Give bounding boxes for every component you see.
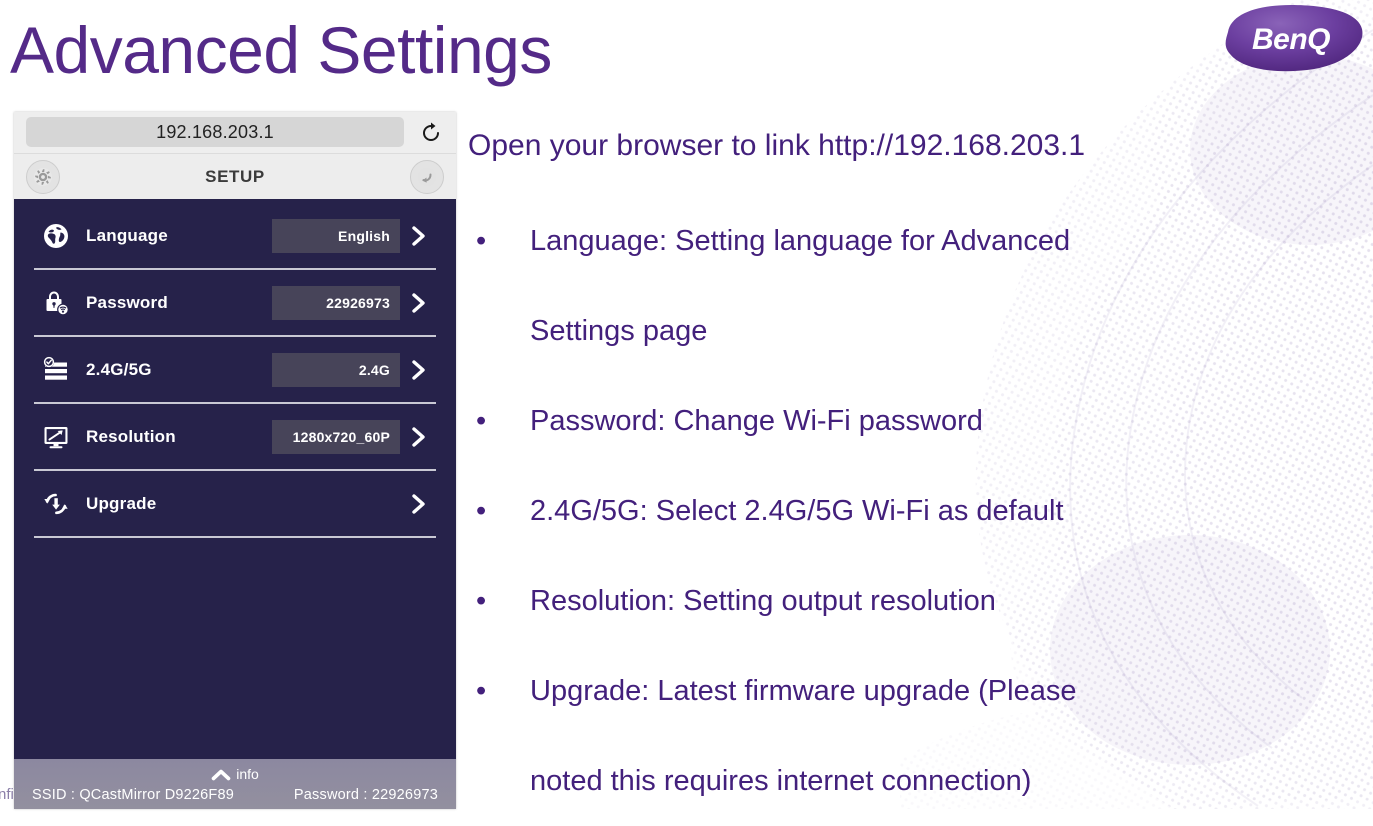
list-item-text: Upgrade: Latest firmware upgrade (Please…: [530, 675, 1077, 797]
lead-instruction: Open your browser to link http://192.168…: [468, 129, 1086, 162]
list-item-text: 2.4G/5G: Select 2.4G/5G Wi-Fi as default: [530, 495, 1064, 527]
list-item: • Language: Setting language for Advance…: [468, 196, 1358, 376]
bullet-marker: •: [476, 495, 487, 527]
upgrade-icon: [36, 487, 76, 521]
setting-value-language[interactable]: English: [272, 218, 400, 253]
setting-label: 2.4G/5G: [86, 359, 152, 379]
url-input[interactable]: 192.168.203.1: [26, 117, 404, 147]
back-arrow-icon[interactable]: [410, 159, 444, 194]
list-item: • Resolution: Setting output resolution: [468, 556, 1358, 646]
page-title: Advanced Settings: [10, 13, 552, 87]
content-column: Open your browser to link http://192.168…: [468, 118, 1358, 826]
setting-value-password[interactable]: 22926973: [272, 285, 400, 320]
chevron-right-icon[interactable]: [404, 426, 434, 448]
wifi-password-label: Password : 22926973: [293, 787, 438, 803]
bullet-marker: •: [476, 405, 487, 437]
setting-row-resolution[interactable]: Resolution 1280x720_60P: [34, 404, 436, 471]
bullet-marker: •: [476, 585, 487, 617]
benq-logo-text: BenQ: [1252, 23, 1330, 56]
list-item-text: Resolution: Setting output resolution: [530, 585, 996, 617]
lock-wifi-icon: [36, 286, 76, 320]
info-details: SSID : QCastMirror D9226F89 Password : 2…: [14, 787, 456, 803]
setup-header: SETUP: [14, 153, 456, 199]
info-bar: info SSID : QCastMirror D9226F89 Passwor…: [14, 759, 456, 809]
list-item: • 2.4G/5G: Select 2.4G/5G Wi-Fi as defau…: [468, 466, 1358, 556]
setting-value-resolution[interactable]: 1280x720_60P: [272, 419, 400, 454]
chevron-up-icon: [211, 768, 231, 781]
setting-row-upgrade[interactable]: Upgrade: [34, 471, 436, 538]
setting-row-band[interactable]: 2.4G/5G 2.4G: [34, 337, 436, 404]
monitor-icon: [36, 420, 76, 454]
browser-url-bar: 192.168.203.1: [14, 112, 456, 153]
setting-value-band[interactable]: 2.4G: [272, 352, 400, 387]
band-list-icon: [36, 353, 76, 387]
setting-label: Resolution: [86, 426, 176, 446]
bullet-marker: •: [476, 675, 487, 707]
chevron-right-icon[interactable]: [404, 292, 434, 314]
benq-logo: BenQ: [1215, 2, 1365, 74]
setting-value-upgrade: [272, 487, 400, 521]
setting-label: Language: [86, 225, 168, 245]
reload-icon[interactable]: [412, 118, 450, 148]
setting-row-language[interactable]: Language English: [34, 203, 436, 270]
chevron-right-icon[interactable]: [404, 493, 434, 515]
setup-title: SETUP: [205, 166, 265, 186]
list-item: • Upgrade: Latest firmware upgrade (Plea…: [468, 646, 1358, 826]
gear-icon[interactable]: [26, 159, 60, 194]
info-toggle-label: info: [236, 766, 259, 782]
clipped-background-text: nfi: [0, 786, 14, 803]
chevron-right-icon[interactable]: [404, 225, 434, 247]
info-toggle[interactable]: info: [14, 759, 456, 787]
url-text: 192.168.203.1: [156, 121, 274, 142]
setting-row-password[interactable]: Password 22926973: [34, 270, 436, 337]
setting-label: Password: [86, 292, 168, 312]
globe-icon: [36, 219, 76, 253]
chevron-right-icon[interactable]: [404, 359, 434, 381]
setting-label: Upgrade: [86, 493, 157, 513]
ssid-label: SSID : QCastMirror D9226F89: [32, 787, 235, 803]
bullet-list: • Language: Setting language for Advance…: [468, 196, 1358, 826]
device-screenshot-panel: 192.168.203.1 SETUP Language English Pas…: [14, 112, 456, 809]
list-item-text: Language: Setting language for Advanced …: [530, 225, 1071, 347]
list-item: • Password: Change Wi-Fi password: [468, 376, 1358, 466]
bullet-marker: •: [476, 225, 487, 257]
settings-list: Language English Password 22926973 2.4G/…: [14, 199, 456, 809]
list-item-text: Password: Change Wi-Fi password: [530, 405, 983, 437]
